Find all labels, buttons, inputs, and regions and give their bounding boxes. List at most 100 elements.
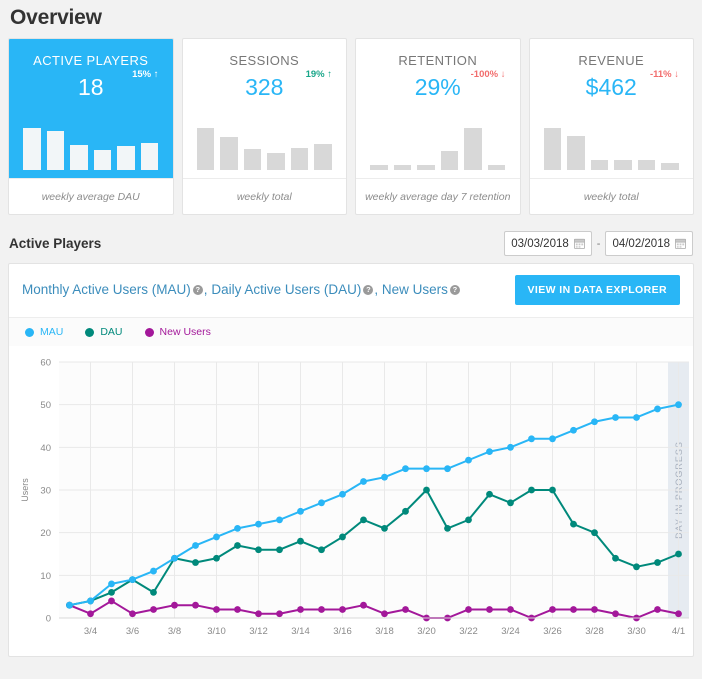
data-point[interactable]	[528, 487, 535, 494]
data-point[interactable]	[570, 427, 577, 434]
data-point[interactable]	[507, 444, 514, 451]
data-point[interactable]	[339, 534, 346, 541]
data-point[interactable]	[192, 602, 199, 609]
data-point[interactable]	[486, 491, 493, 498]
data-point[interactable]	[297, 538, 304, 545]
data-point[interactable]	[549, 606, 556, 613]
data-point[interactable]	[654, 559, 661, 566]
data-point[interactable]	[633, 414, 640, 421]
data-point[interactable]	[591, 529, 598, 536]
data-point[interactable]	[507, 499, 514, 506]
data-point[interactable]	[675, 551, 682, 558]
data-point[interactable]	[339, 491, 346, 498]
data-point[interactable]	[402, 606, 409, 613]
data-point[interactable]	[108, 589, 115, 596]
data-point[interactable]	[213, 534, 220, 541]
data-point[interactable]	[150, 568, 157, 575]
data-point[interactable]	[276, 516, 283, 523]
data-point[interactable]	[192, 559, 199, 566]
data-point[interactable]	[570, 606, 577, 613]
date-from-field[interactable]: 03/03/2018	[504, 231, 592, 256]
data-point[interactable]	[675, 401, 682, 408]
data-point[interactable]	[654, 406, 661, 413]
help-icon[interactable]: ?	[363, 285, 373, 295]
data-point[interactable]	[171, 602, 178, 609]
data-point[interactable]	[486, 448, 493, 455]
data-point[interactable]	[213, 606, 220, 613]
data-point[interactable]	[297, 508, 304, 515]
metric-link-new-users[interactable]: New Users	[382, 282, 448, 297]
data-point[interactable]	[654, 606, 661, 613]
data-point[interactable]	[213, 555, 220, 562]
date-to-field[interactable]: 04/02/2018	[605, 231, 693, 256]
data-point[interactable]	[381, 525, 388, 532]
data-point[interactable]	[675, 610, 682, 617]
data-point[interactable]	[402, 465, 409, 472]
data-point[interactable]	[591, 418, 598, 425]
data-point[interactable]	[591, 606, 598, 613]
kpi-card-sessions[interactable]: SESSIONS19% ↑328weekly total	[182, 38, 348, 215]
data-point[interactable]	[255, 546, 262, 553]
data-point[interactable]	[465, 516, 472, 523]
active-players-line-chart[interactable]: DAY IN PROGRESS0102030405060Users3/43/63…	[15, 350, 699, 650]
data-point[interactable]	[234, 542, 241, 549]
kpi-card-retention[interactable]: RETENTION-100% ↓29%weekly average day 7 …	[355, 38, 521, 215]
data-point[interactable]	[171, 555, 178, 562]
data-point[interactable]	[318, 546, 325, 553]
data-point[interactable]	[87, 610, 94, 617]
data-point[interactable]	[465, 606, 472, 613]
help-icon[interactable]: ?	[450, 285, 460, 295]
data-point[interactable]	[444, 525, 451, 532]
data-point[interactable]	[528, 435, 535, 442]
data-point[interactable]	[66, 602, 73, 609]
kpi-footer: weekly average day 7 retention	[356, 178, 520, 214]
data-point[interactable]	[549, 487, 556, 494]
data-point[interactable]	[276, 546, 283, 553]
data-point[interactable]	[423, 465, 430, 472]
data-point[interactable]	[276, 610, 283, 617]
data-point[interactable]	[423, 487, 430, 494]
data-point[interactable]	[360, 478, 367, 485]
metric-link-dau[interactable]: Daily Active Users (DAU)	[211, 282, 361, 297]
data-point[interactable]	[234, 606, 241, 613]
data-point[interactable]	[570, 521, 577, 528]
data-point[interactable]	[612, 610, 619, 617]
data-point[interactable]	[339, 606, 346, 613]
data-point[interactable]	[612, 414, 619, 421]
data-point[interactable]	[381, 610, 388, 617]
legend-item-dau[interactable]: DAU	[85, 326, 122, 338]
data-point[interactable]	[297, 606, 304, 613]
data-point[interactable]	[87, 598, 94, 605]
view-in-data-explorer-button[interactable]: VIEW IN DATA EXPLORER	[515, 275, 680, 305]
data-point[interactable]	[549, 435, 556, 442]
data-point[interactable]	[255, 521, 262, 528]
data-point[interactable]	[150, 606, 157, 613]
data-point[interactable]	[360, 602, 367, 609]
data-point[interactable]	[486, 606, 493, 613]
legend-item-new-users[interactable]: New Users	[145, 326, 211, 338]
data-point[interactable]	[444, 465, 451, 472]
data-point[interactable]	[465, 457, 472, 464]
data-point[interactable]	[108, 598, 115, 605]
data-point[interactable]	[318, 499, 325, 506]
data-point[interactable]	[318, 606, 325, 613]
kpi-card-active-players[interactable]: ACTIVE PLAYERS15% ↑18weekly average DAU	[8, 38, 174, 215]
data-point[interactable]	[633, 563, 640, 570]
data-point[interactable]	[360, 516, 367, 523]
kpi-card-revenue[interactable]: REVENUE-11% ↓$462weekly total	[529, 38, 695, 215]
help-icon[interactable]: ?	[193, 285, 203, 295]
legend-item-mau[interactable]: MAU	[25, 326, 63, 338]
data-point[interactable]	[150, 589, 157, 596]
data-point[interactable]	[507, 606, 514, 613]
data-point[interactable]	[108, 580, 115, 587]
data-point[interactable]	[129, 610, 136, 617]
data-point[interactable]	[129, 576, 136, 583]
data-point[interactable]	[192, 542, 199, 549]
data-point[interactable]	[234, 525, 241, 532]
data-point[interactable]	[381, 474, 388, 481]
data-point[interactable]	[255, 610, 262, 617]
date-range-picker[interactable]: 03/03/2018 - 04/02/2018	[504, 231, 693, 256]
metric-link-mau[interactable]: Monthly Active Users (MAU)	[22, 282, 191, 297]
data-point[interactable]	[612, 555, 619, 562]
data-point[interactable]	[402, 508, 409, 515]
